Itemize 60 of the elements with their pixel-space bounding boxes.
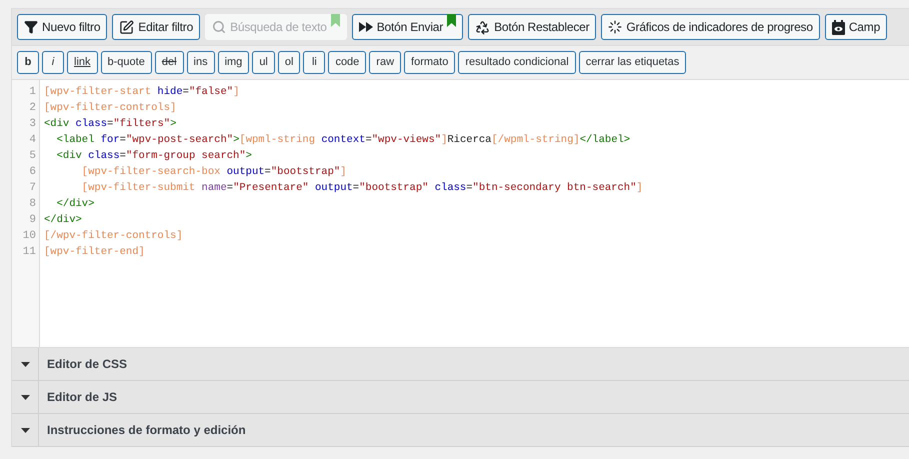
accordion-panel[interactable]: Instrucciones de formato y edición — [12, 414, 909, 447]
edit-icon — [119, 20, 134, 34]
toolbar-button[interactable]: Camp — [824, 14, 888, 40]
line-number: 7 — [29, 181, 36, 196]
toolbar-button[interactable]: Gráficos de indicadores de progreso — [601, 14, 820, 40]
filter-icon — [24, 20, 38, 34]
code-line: [wpv-filter-start hide="false"] — [44, 85, 240, 100]
format-button[interactable]: ins — [186, 51, 215, 74]
calendar-eye-icon — [832, 20, 845, 34]
code-line: </div> — [56, 197, 94, 212]
toolbar-button[interactable]: Botón Enviar — [352, 14, 464, 40]
accordion-panel[interactable]: Editor de JS — [12, 381, 909, 414]
code-editor[interactable] — [12, 80, 909, 348]
format-button[interactable]: ul — [252, 51, 275, 74]
format-button[interactable]: i — [42, 51, 64, 74]
panel-title: Editor de CSS — [47, 356, 128, 373]
format-button[interactable]: resultado condicional — [458, 51, 576, 74]
recycle-icon — [475, 20, 490, 34]
format-button[interactable]: img — [218, 51, 250, 74]
search-icon — [212, 20, 226, 34]
code-line: [wpv-filter-search-box output="bootstrap"] — [80, 165, 346, 180]
format-button[interactable]: cerrar las etiquetas — [578, 51, 686, 74]
code-line: <label for="wpv-post-search">[wpml-string context="wpv-views"]Ricerca[/wpml-string]</label> — [56, 133, 630, 148]
format-button[interactable]: code — [328, 51, 366, 74]
code-line: [wpv-filter-controls] — [44, 101, 176, 116]
format-button[interactable]: raw — [369, 51, 402, 74]
format-button[interactable]: link — [67, 51, 98, 74]
format-button[interactable]: li — [303, 51, 326, 74]
line-number: 6 — [29, 165, 36, 180]
code-line: [wpv-filter-submit name="Presentare" output="bootstrap" class="btn-secondary btn-search"] — [80, 181, 643, 196]
panel-title: Editor de JS — [47, 389, 118, 406]
line-number: 4 — [29, 133, 36, 148]
format-button[interactable]: b-quote — [100, 51, 152, 74]
format-button[interactable]: del — [154, 51, 184, 74]
toolbar-button[interactable]: Botón Restablecer — [468, 14, 596, 40]
line-number: 3 — [29, 117, 36, 132]
line-number: 11 — [22, 245, 36, 260]
fast-forward-icon — [358, 22, 373, 32]
panel-title: Instrucciones de formato y edición — [47, 422, 246, 439]
caret-icon — [20, 362, 30, 366]
toolbar-button[interactable]: Editar filtro — [112, 14, 200, 40]
line-number: 10 — [22, 229, 36, 244]
format-button[interactable]: formato — [404, 51, 456, 74]
format-button[interactable]: ol — [278, 51, 300, 74]
code-line: </div> — [44, 213, 82, 228]
code-line: [wpv-filter-end] — [44, 245, 145, 260]
line-number: 5 — [29, 149, 36, 164]
line-number: 8 — [29, 197, 36, 212]
caret-icon — [20, 394, 30, 400]
toolbar-button[interactable]: Nuevo filtro — [17, 14, 108, 40]
loader-icon — [608, 20, 622, 34]
line-number: 2 — [29, 101, 36, 116]
code-line: <div class="form-group search"> — [56, 149, 252, 164]
code-line: <div class="filters"> — [44, 117, 176, 132]
caret-icon — [20, 428, 30, 432]
line-number: 1 — [29, 85, 36, 100]
format-button[interactable]: b — [17, 51, 39, 74]
code-line: [/wpv-filter-controls] — [44, 229, 183, 244]
accordion-panel[interactable]: Editor de CSS — [12, 348, 909, 381]
line-number: 9 — [29, 213, 36, 228]
